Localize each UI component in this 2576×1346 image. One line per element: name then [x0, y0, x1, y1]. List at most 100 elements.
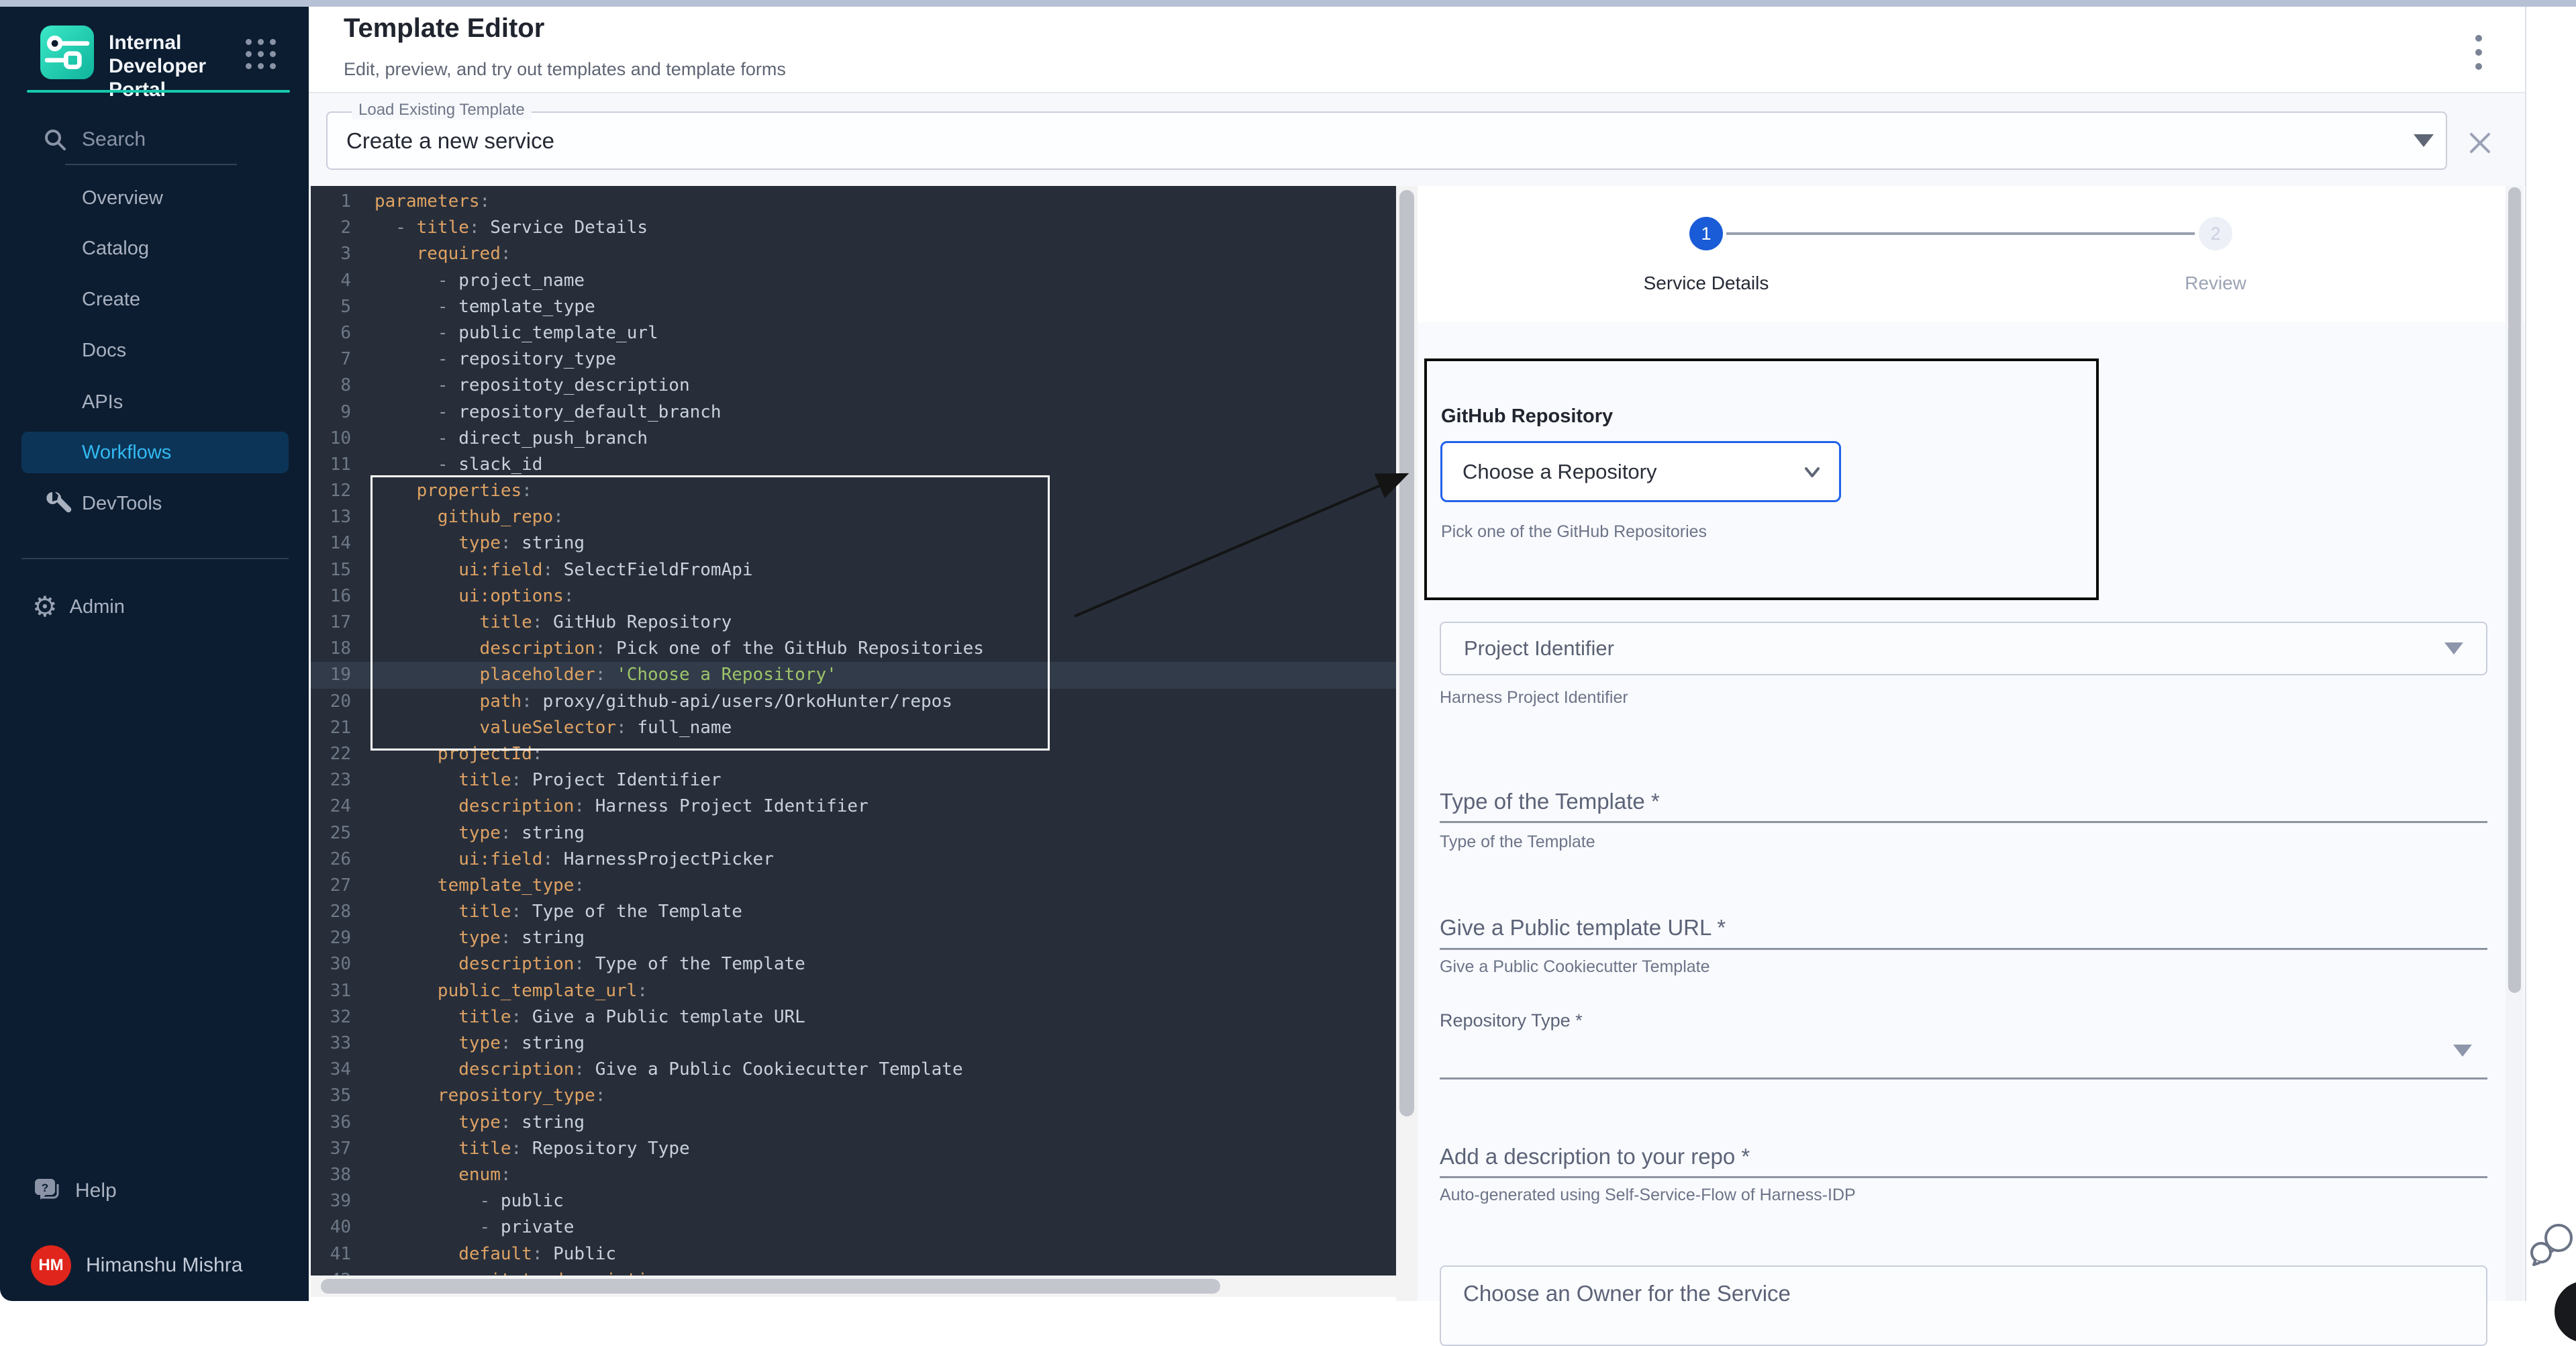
code-line: 3 required:: [311, 241, 1396, 267]
editor-horizontal-scrollbar-thumb[interactable]: [321, 1279, 1220, 1294]
search-underline: [65, 164, 237, 165]
svg-text:?: ?: [42, 1182, 48, 1194]
sidebar: Internal Developer Portal Search Overvie…: [0, 7, 309, 1301]
project-identifier-value: Project Identifier: [1464, 636, 1614, 661]
sidebar-item-apis[interactable]: APIs: [21, 383, 289, 421]
code-line: 8 - repositoty_description: [311, 373, 1396, 399]
code-line: 1parameters:: [311, 189, 1396, 215]
sidebar-search[interactable]: Search: [42, 122, 283, 157]
panel-right-divider: [2525, 7, 2526, 1301]
idp-logo-icon: [40, 26, 94, 79]
code-line: 21 valueSelector: full_name: [311, 715, 1396, 741]
code-line: 18 description: Pick one of the GitHub R…: [311, 636, 1396, 662]
public-url-input[interactable]: [1440, 948, 2487, 950]
load-existing-template-select[interactable]: Create a new service: [326, 111, 2447, 170]
public-url-helper: Give a Public Cookiecutter Template: [1440, 957, 1710, 977]
help-chat-icon: ?: [32, 1175, 63, 1206]
user-name: Himanshu Mishra: [86, 1254, 242, 1277]
stepper-step-1-label: Service Details: [1605, 273, 1807, 294]
yaml-editor-code: 1parameters:2 - title: Service Details3 …: [311, 189, 1396, 1294]
sidebar-divider: [21, 558, 289, 559]
project-identifier-select[interactable]: Project Identifier: [1440, 622, 2487, 675]
code-line: 7 - repository_type: [311, 346, 1396, 373]
code-line: 29 type: string: [311, 925, 1396, 951]
project-identifier-helper: Harness Project Identifier: [1440, 688, 1628, 708]
code-line: 40 - private: [311, 1214, 1396, 1241]
code-line: 2 - title: Service Details: [311, 215, 1396, 241]
code-line: 4 - project_name: [311, 268, 1396, 294]
editor-bottom-gap: [311, 1297, 1396, 1301]
github-repository-label: GitHub Repository: [1441, 405, 1613, 428]
code-line: 39 - public: [311, 1188, 1396, 1214]
code-line: 14 type: string: [311, 530, 1396, 557]
gear-icon: ⚙: [32, 588, 58, 626]
sidebar-item-workflows[interactable]: Workflows: [21, 432, 289, 473]
code-line: 31 public_template_url:: [311, 978, 1396, 1004]
template-type-helper: Type of the Template: [1440, 832, 1595, 852]
code-line: 13 github_repo:: [311, 504, 1396, 530]
github-repository-helper: Pick one of the GitHub Repositories: [1441, 522, 1707, 542]
load-template-bar: Create a new service Load Existing Templ…: [309, 93, 2525, 186]
public-url-label: Give a Public template URL *: [1440, 915, 1726, 941]
github-repository-select[interactable]: Choose a Repository: [1440, 441, 1841, 502]
github-repository-select-value: Choose a Repository: [1463, 460, 1657, 484]
apps-grid-icon[interactable]: [246, 39, 276, 69]
avatar: HM: [31, 1245, 71, 1286]
code-line: 25 type: string: [311, 820, 1396, 847]
repo-description-helper: Auto-generated using Self-Service-Flow o…: [1440, 1186, 1856, 1205]
sidebar-item-create[interactable]: Create: [21, 281, 289, 318]
code-line: 28 title: Type of the Template: [311, 899, 1396, 925]
dropdown-caret-icon[interactable]: [2414, 134, 2434, 147]
dropdown-caret-icon: [2444, 642, 2463, 655]
sidebar-item-help[interactable]: ? Help: [32, 1172, 117, 1210]
sidebar-user[interactable]: HM Himanshu Mishra: [31, 1245, 242, 1286]
code-line: 27 template_type:: [311, 873, 1396, 899]
template-type-label: Type of the Template *: [1440, 789, 1660, 814]
panel-scrollbar-thumb[interactable]: [2508, 187, 2521, 993]
code-line: 5 - template_type: [311, 294, 1396, 320]
editor-vertical-scrollbar-thumb[interactable]: [1399, 190, 1414, 1116]
chat-bubbles-icon[interactable]: [2529, 1220, 2576, 1269]
repository-type-select[interactable]: [1440, 1077, 2487, 1079]
code-line: 24 description: Harness Project Identifi…: [311, 794, 1396, 820]
code-line: 20 path: proxy/github-api/users/OrkoHunt…: [311, 689, 1396, 715]
sidebar-item-overview[interactable]: Overview: [21, 179, 289, 217]
code-line: 33 type: string: [311, 1030, 1396, 1057]
dropdown-caret-icon[interactable]: [2453, 1045, 2472, 1057]
code-line: 19 placeholder: 'Choose a Repository': [311, 662, 1396, 688]
repo-description-input[interactable]: [1440, 1176, 2487, 1178]
code-line: 37 title: Repository Type: [311, 1136, 1396, 1162]
more-options-kebab-icon[interactable]: [2475, 35, 2482, 70]
stepper-connector: [1726, 232, 2195, 235]
chevron-down-icon: [1801, 461, 1823, 483]
load-template-label: Load Existing Template: [352, 101, 532, 119]
sidebar-item-catalog[interactable]: Catalog: [21, 230, 289, 267]
repo-description-label: Add a description to your repo *: [1440, 1144, 1750, 1169]
search-placeholder: Search: [82, 128, 146, 151]
code-line: 6 - public_template_url: [311, 320, 1396, 346]
window-top-strip: [0, 0, 2576, 7]
code-line: 17 title: GitHub Repository: [311, 610, 1396, 636]
code-line: 35 repository_type:: [311, 1083, 1396, 1109]
code-line: 11 - slack_id: [311, 452, 1396, 478]
code-line: 10 - direct_push_branch: [311, 426, 1396, 452]
template-type-input[interactable]: [1440, 821, 2487, 823]
load-template-value: Create a new service: [346, 128, 554, 154]
form-preview-panel: [1418, 186, 2525, 1301]
stepper-step-2-label: Review: [2115, 273, 2316, 294]
stepper-step-1[interactable]: 1: [1689, 217, 1723, 250]
sidebar-item-admin[interactable]: ⚙ Admin: [32, 588, 125, 626]
chat-widget-button[interactable]: [2555, 1281, 2576, 1343]
code-line: 16 ui:options:: [311, 583, 1396, 610]
owner-select-value: Choose an Owner for the Service: [1463, 1281, 1791, 1306]
code-line: 23 title: Project Identifier: [311, 767, 1396, 794]
stepper-step-2[interactable]: 2: [2199, 217, 2232, 250]
search-icon: [42, 126, 68, 153]
sidebar-item-docs[interactable]: Docs: [21, 332, 289, 369]
sidebar-accent-divider: [27, 90, 290, 93]
code-line: 9 - repository_default_branch: [311, 399, 1396, 426]
code-line: 22 projectId:: [311, 741, 1396, 767]
close-icon[interactable]: [2465, 128, 2495, 158]
code-line: 30 description: Type of the Template: [311, 951, 1396, 977]
code-line: 32 title: Give a Public template URL: [311, 1004, 1396, 1030]
